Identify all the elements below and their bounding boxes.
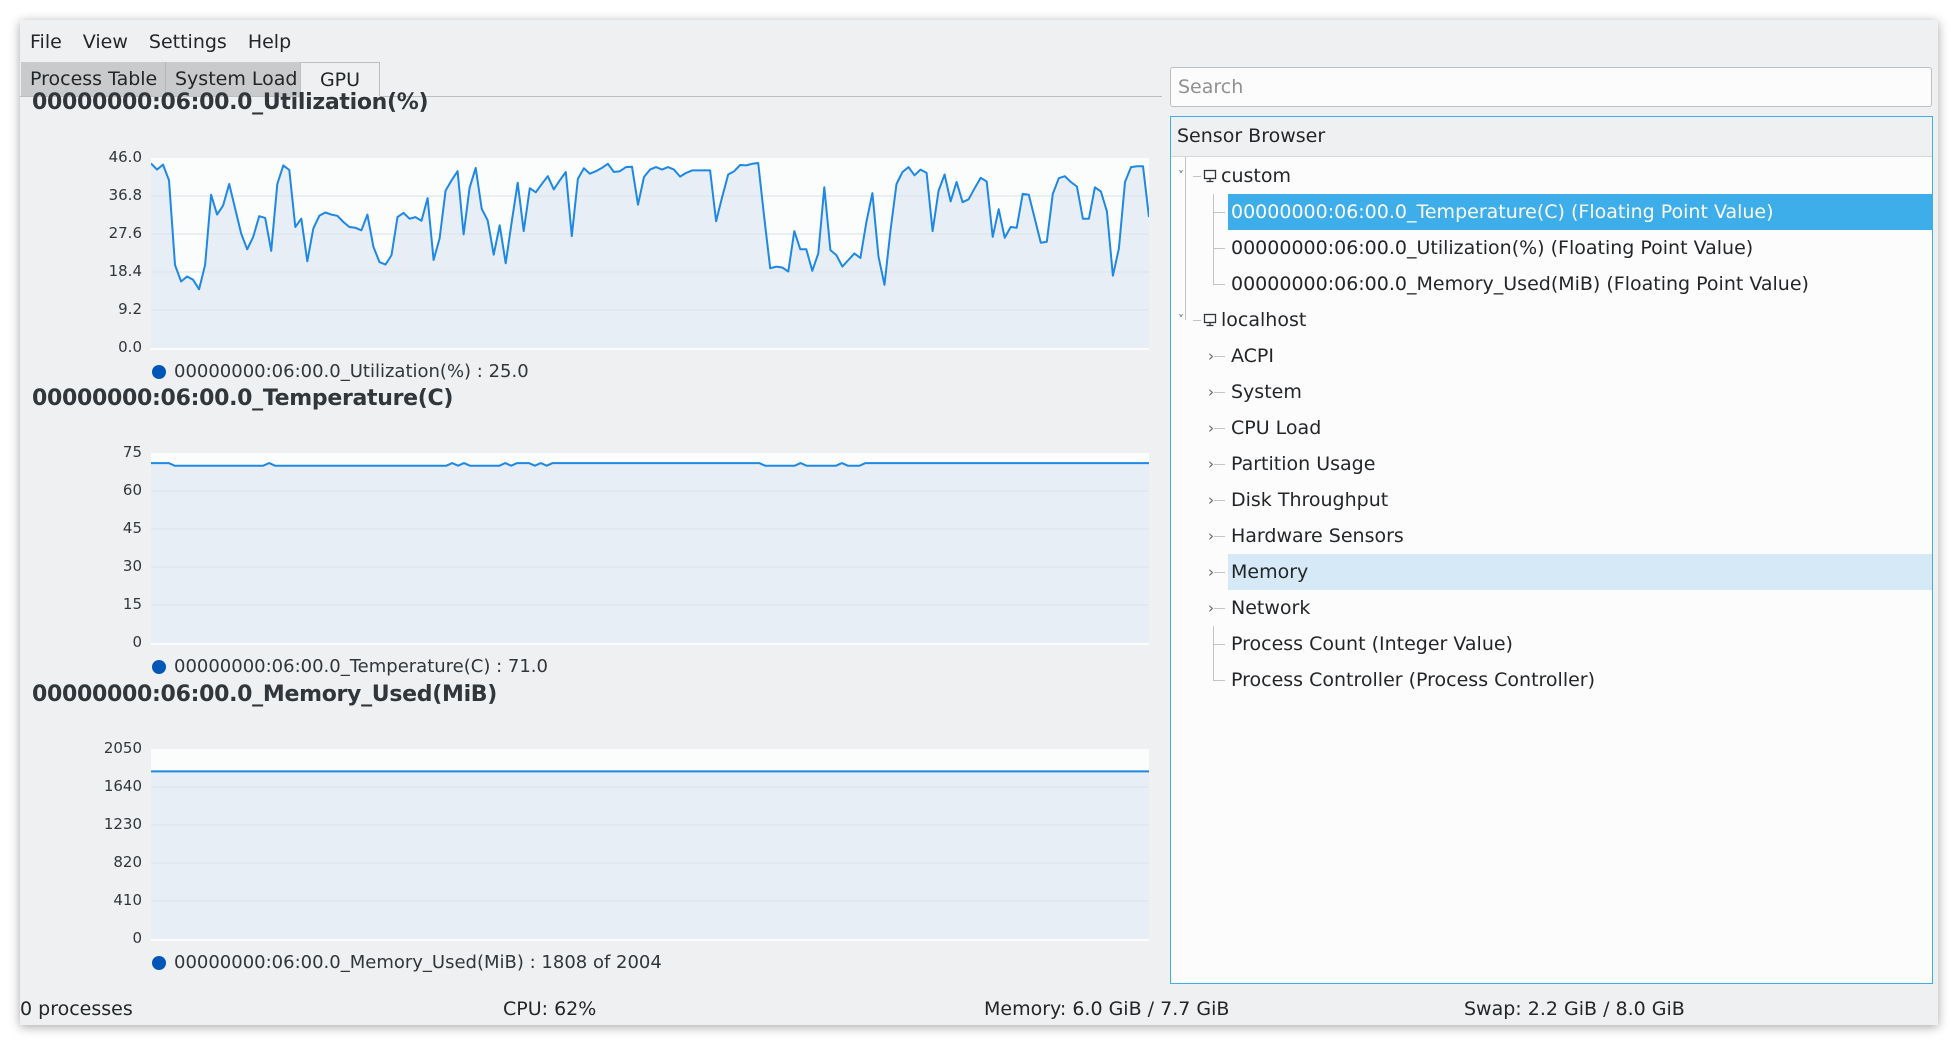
chevron-right-icon[interactable]: › xyxy=(1208,554,1214,590)
tree-branch-line xyxy=(1213,464,1225,465)
tree-branch-line xyxy=(1213,248,1225,249)
chevron-right-icon[interactable]: › xyxy=(1208,410,1214,446)
chevron-right-icon[interactable]: › xyxy=(1208,518,1214,554)
y-tick-label: 1230 xyxy=(103,815,142,833)
chevron-right-icon[interactable]: › xyxy=(1208,482,1214,518)
tree-item[interactable]: Disk Throughput xyxy=(1228,482,1932,518)
y-tick-label: 9.2 xyxy=(118,300,142,318)
chart-legend: 00000000:06:00.0_Temperature(C) : 71.0 xyxy=(152,656,548,677)
tree-item[interactable]: ACPI xyxy=(1228,338,1932,374)
y-tick-label: 410 xyxy=(113,891,142,909)
menu-help[interactable]: Help xyxy=(238,28,302,56)
computer-icon xyxy=(1203,313,1217,327)
tree-branch-line xyxy=(1193,320,1201,321)
y-tick-label: 18.4 xyxy=(108,262,142,280)
series-area xyxy=(151,771,1149,939)
tree-branch-line xyxy=(1213,500,1225,501)
y-tick-label: 820 xyxy=(113,853,142,871)
legend-label: 00000000:06:00.0_Temperature(C) : 71.0 xyxy=(174,656,548,677)
tree-branch-line xyxy=(1213,392,1225,393)
legend-label: 00000000:06:00.0_Utilization(%) : 25.0 xyxy=(174,361,529,382)
tree-branch-line xyxy=(1213,608,1225,609)
utilization-chart-title: 00000000:06:00.0_Utilization(%) xyxy=(32,90,429,115)
search-input[interactable] xyxy=(1170,67,1932,107)
tree-branch-line xyxy=(1213,194,1214,284)
plot-area xyxy=(151,158,1149,350)
tree-item-custom[interactable]: custom xyxy=(1221,158,1291,194)
chevron-right-icon[interactable]: › xyxy=(1208,446,1214,482)
status-memory: Memory: 6.0 GiB / 7.7 GiB xyxy=(984,998,1230,1020)
computer-icon xyxy=(1203,169,1217,183)
chevron-right-icon[interactable]: › xyxy=(1208,374,1214,410)
memory-chart-title: 00000000:06:00.0_Memory_Used(MiB) xyxy=(32,682,498,707)
legend-dot-icon xyxy=(152,955,166,970)
status-processes: 0 processes xyxy=(20,998,133,1020)
tree-item[interactable]: CPU Load xyxy=(1228,410,1932,446)
menu-bar: File View Settings Help xyxy=(20,28,302,56)
y-tick-label: 1640 xyxy=(103,777,142,795)
series-area xyxy=(151,463,1149,643)
tree-item[interactable]: Partition Usage xyxy=(1228,446,1932,482)
tree-branch-line xyxy=(1213,356,1225,357)
y-tick-label: 30 xyxy=(122,557,142,575)
chevron-right-icon[interactable]: › xyxy=(1208,590,1214,626)
tree-item[interactable]: Process Count (Integer Value) xyxy=(1228,626,1932,662)
tree-item[interactable]: 00000000:06:00.0_Temperature(C) (Floatin… xyxy=(1228,194,1932,230)
chevron-down-icon[interactable]: ˅ xyxy=(1178,302,1184,338)
legend-label: 00000000:06:00.0_Memory_Used(MiB) : 1808… xyxy=(174,952,662,973)
sensor-browser-panel: Sensor Browser ˅ custom 00000000:06:00.0_T… xyxy=(1170,116,1933,984)
y-tick-label: 45 xyxy=(122,519,142,537)
plot-area xyxy=(151,453,1149,645)
tree-branch-line xyxy=(1213,428,1225,429)
chevron-right-icon[interactable]: › xyxy=(1208,338,1214,374)
tree-item[interactable]: System xyxy=(1228,374,1932,410)
y-tick-label: 0.0 xyxy=(118,338,142,356)
legend-dot-icon xyxy=(152,364,166,379)
y-tick-label: 0 xyxy=(132,633,142,651)
menu-file[interactable]: File xyxy=(20,28,73,56)
tree-item[interactable]: Hardware Sensors xyxy=(1228,518,1932,554)
tree-item[interactable]: 00000000:06:00.0_Memory_Used(MiB) (Float… xyxy=(1228,266,1932,302)
y-tick-label: 46.0 xyxy=(108,148,142,166)
tree-item[interactable]: Process Controller (Process Controller) xyxy=(1228,662,1932,698)
tree-branch-line xyxy=(1193,176,1201,177)
status-bar: 0 processes CPU: 62% Memory: 6.0 GiB / 7… xyxy=(20,996,1938,1022)
temperature-chart-title: 00000000:06:00.0_Temperature(C) xyxy=(32,386,454,411)
tree-item[interactable]: 00000000:06:00.0_Utilization(%) (Floatin… xyxy=(1228,230,1932,266)
y-tick-label: 15 xyxy=(122,595,142,613)
chevron-down-icon[interactable]: ˅ xyxy=(1178,158,1184,194)
y-tick-label: 75 xyxy=(122,443,142,461)
tree-branch-line xyxy=(1213,284,1225,285)
tree-branch-line xyxy=(1213,572,1225,573)
tree-branch-line xyxy=(1213,644,1225,645)
menu-settings[interactable]: Settings xyxy=(139,28,238,56)
tree-item[interactable]: Memory xyxy=(1228,554,1932,590)
tree-item-localhost[interactable]: localhost xyxy=(1221,302,1306,338)
y-tick-label: 60 xyxy=(122,481,142,499)
tree-branch-line xyxy=(1213,536,1225,537)
system-monitor-window: File View Settings Help Process Table Sy… xyxy=(20,20,1938,1025)
y-tick-label: 2050 xyxy=(103,739,142,757)
chart-legend: 00000000:06:00.0_Memory_Used(MiB) : 1808… xyxy=(152,952,662,973)
tree-branch-line xyxy=(1213,680,1225,681)
status-cpu: CPU: 62% xyxy=(503,998,597,1020)
sensor-browser-header: Sensor Browser xyxy=(1171,117,1932,157)
tree-branch-line xyxy=(1213,212,1225,213)
y-tick-label: 36.8 xyxy=(108,186,142,204)
status-swap: Swap: 2.2 GiB / 8.0 GiB xyxy=(1464,998,1685,1020)
plot-area xyxy=(151,749,1149,941)
tree-item[interactable]: Network xyxy=(1228,590,1932,626)
legend-dot-icon xyxy=(152,659,166,674)
chart-legend: 00000000:06:00.0_Utilization(%) : 25.0 xyxy=(152,361,529,382)
menu-view[interactable]: View xyxy=(73,28,139,56)
y-tick-label: 27.6 xyxy=(108,224,142,242)
tree-branch-line xyxy=(1185,157,1186,320)
y-tick-label: 0 xyxy=(132,929,142,947)
